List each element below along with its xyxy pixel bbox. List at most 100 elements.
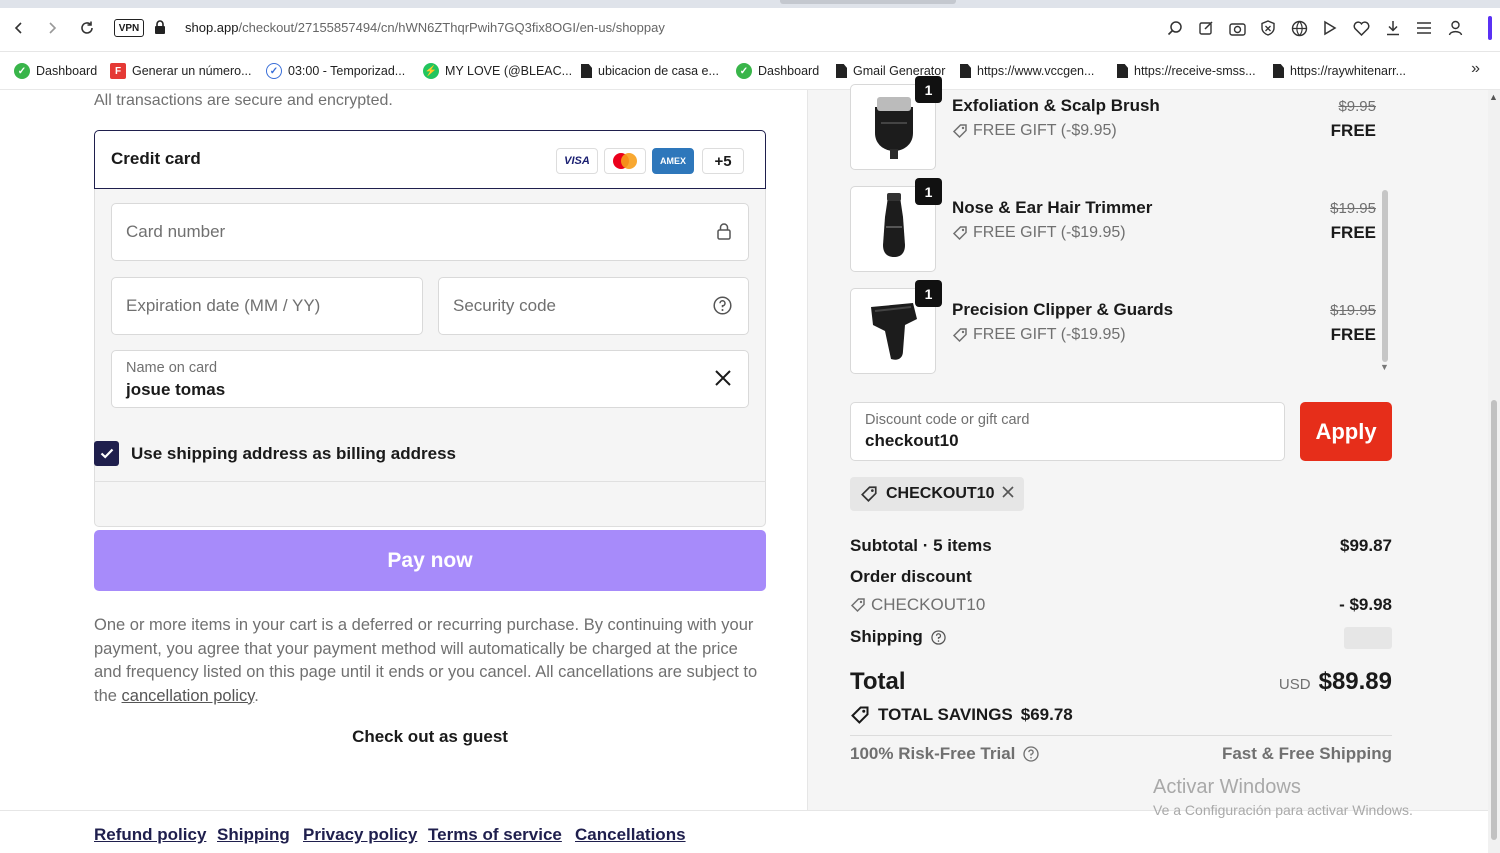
shipping-loading-placeholder	[1344, 627, 1392, 649]
gift-text: FREE GIFT (-$19.95)	[973, 224, 1126, 241]
bookmark-label: Dashboard	[36, 64, 98, 78]
green-bolt-icon: ⚡	[423, 63, 439, 79]
savings-label: TOTAL SAVINGS	[878, 705, 1013, 724]
item-gift: FREE GIFT (-$19.95)	[952, 326, 1126, 344]
refund-policy-link[interactable]: Refund policy	[94, 825, 206, 845]
camera-icon[interactable]	[1228, 19, 1246, 37]
item-price: FREE	[1330, 325, 1376, 344]
edit-icon[interactable]	[1197, 19, 1215, 37]
total-savings: TOTAL SAVINGS $69.78	[850, 705, 1073, 725]
bookmark-label: https://www.vccgen...	[977, 64, 1095, 78]
risk-free-text: 100% Risk-Free Trial	[850, 744, 1016, 763]
bookmark-item[interactable]: F Generar un número...	[110, 61, 252, 81]
recurring-notice: One or more items in your cart is a defe…	[94, 614, 766, 708]
play-icon[interactable]	[1321, 19, 1339, 37]
checkout-as-guest-link[interactable]: Check out as guest	[94, 727, 766, 747]
forward-icon[interactable]	[41, 17, 63, 39]
help-icon[interactable]	[713, 296, 732, 320]
tag-icon	[952, 124, 967, 139]
items-scrollbar[interactable]: ▼	[1380, 90, 1390, 380]
quantity-badge: 1	[915, 178, 942, 205]
discount-code-text: CHECKOUT10	[871, 595, 986, 614]
security-code-placeholder: Security code	[453, 296, 556, 315]
credit-card-option[interactable]: Credit card VISA AMEX +5	[94, 130, 766, 189]
secure-notice: All transactions are secure and encrypte…	[94, 92, 393, 109]
discount-label: Discount code or gift card	[865, 412, 1030, 428]
expiration-date-field[interactable]: Expiration date (MM / YY)	[111, 277, 423, 335]
more-cards-badge: +5	[702, 148, 744, 174]
address-bar[interactable]: shop.app/checkout/27155857494/cn/hWN6ZTh…	[185, 20, 665, 35]
apply-button[interactable]: Apply	[1300, 402, 1392, 461]
item-name: Precision Clipper & Guards	[952, 300, 1174, 319]
divider	[94, 481, 766, 482]
profile-icon[interactable]	[1446, 19, 1464, 37]
heart-icon[interactable]	[1352, 19, 1370, 37]
document-icon	[836, 64, 847, 78]
bookmark-item[interactable]: ⚡ MY LOVE (@BLEAC...	[423, 61, 572, 81]
bookmark-label: https://raywhitenarr...	[1290, 64, 1407, 78]
terms-of-service-link[interactable]: Terms of service	[428, 825, 562, 845]
browser-toolbar: VPN shop.app/checkout/27155857494/cn/hWN…	[0, 0, 1500, 52]
vpn-badge[interactable]: VPN	[114, 19, 144, 37]
back-icon[interactable]	[8, 17, 30, 39]
bookmark-label: 03:00 - Temporizad...	[288, 64, 406, 78]
active-tab[interactable]	[780, 0, 956, 4]
shield-icon[interactable]	[1259, 19, 1277, 37]
bookmark-item[interactable]: https://www.vccgen...	[960, 61, 1094, 81]
gift-text: FREE GIFT (-$19.95)	[973, 326, 1126, 343]
savings-value: $69.78	[1020, 705, 1073, 724]
document-icon	[1273, 64, 1284, 78]
mastercard-logo-icon	[604, 148, 646, 174]
bookmark-item[interactable]: https://raywhitenarr...	[1273, 61, 1406, 81]
notice-end: .	[254, 686, 259, 705]
document-icon	[581, 64, 592, 78]
item-name: Exfoliation & Scalp Brush	[952, 96, 1160, 115]
item-price: FREE	[1330, 223, 1376, 242]
cancellation-policy-link[interactable]: cancellation policy	[122, 687, 255, 705]
zoom-icon[interactable]	[1166, 19, 1184, 37]
tag-icon	[850, 598, 865, 613]
remove-code-icon[interactable]	[1002, 485, 1015, 503]
total-label: Total	[850, 668, 906, 695]
green-circle-icon: ✓	[736, 63, 752, 79]
checkbox-checked-icon[interactable]	[94, 441, 119, 466]
applied-code-chip: CHECKOUT10	[850, 477, 1025, 511]
cancellations-link[interactable]: Cancellations	[575, 825, 686, 845]
billing-checkbox-label: Use shipping address as billing address	[131, 443, 456, 463]
discount-code-field[interactable]: Discount code or gift card checkout10	[850, 402, 1285, 461]
chevron-right-icon[interactable]: »	[1471, 60, 1480, 78]
risk-free-trial: 100% Risk-Free Trial	[850, 744, 1040, 764]
bookmark-label: Dashboard	[758, 64, 820, 78]
name-on-card-field[interactable]: Name on card josue tomas	[111, 350, 749, 408]
bookmark-item[interactable]: ✓ Dashboard	[14, 61, 97, 81]
shipping-link[interactable]: Shipping	[217, 825, 290, 845]
clear-icon[interactable]	[714, 369, 732, 392]
bookmark-item[interactable]: https://receive-smss...	[1117, 61, 1256, 81]
subtotal-value: $99.87	[1340, 536, 1392, 555]
download-icon[interactable]	[1384, 19, 1402, 37]
currency-code: USD	[1278, 676, 1311, 693]
bookmark-item[interactable]: ✓ 03:00 - Temporizad...	[266, 61, 405, 81]
bookmark-item[interactable]: ubicacion de casa e...	[581, 61, 719, 81]
reload-icon[interactable]	[76, 17, 98, 39]
green-circle-icon: ✓	[14, 63, 30, 79]
tab-strip	[0, 0, 1500, 8]
divider	[850, 735, 1392, 736]
item-gift: FREE GIFT (-$19.95)	[952, 224, 1126, 242]
page-scrollbar[interactable]: ▲	[1488, 90, 1500, 853]
quantity-badge: 1	[915, 76, 942, 103]
menu-icon[interactable]	[1415, 19, 1433, 37]
lock-icon[interactable]	[154, 20, 166, 39]
vpn-globe-icon[interactable]	[1290, 19, 1308, 37]
card-number-placeholder: Card number	[126, 222, 226, 241]
billing-address-toggle[interactable]: Use shipping address as billing address	[94, 441, 456, 466]
line-item: 1 Precision Clipper & Guards FREE GIFT (…	[850, 280, 1380, 374]
bookmark-item[interactable]: ✓ Dashboard	[736, 61, 819, 81]
pay-now-button[interactable]: Pay now	[94, 530, 766, 591]
item-original-price: $9.95	[1338, 98, 1376, 115]
item-price: FREE	[1330, 121, 1376, 140]
free-shipping-text: Fast & Free Shipping	[1221, 744, 1392, 763]
card-number-field[interactable]: Card number	[111, 203, 749, 261]
security-code-field[interactable]: Security code	[438, 277, 749, 335]
privacy-policy-link[interactable]: Privacy policy	[303, 825, 417, 845]
